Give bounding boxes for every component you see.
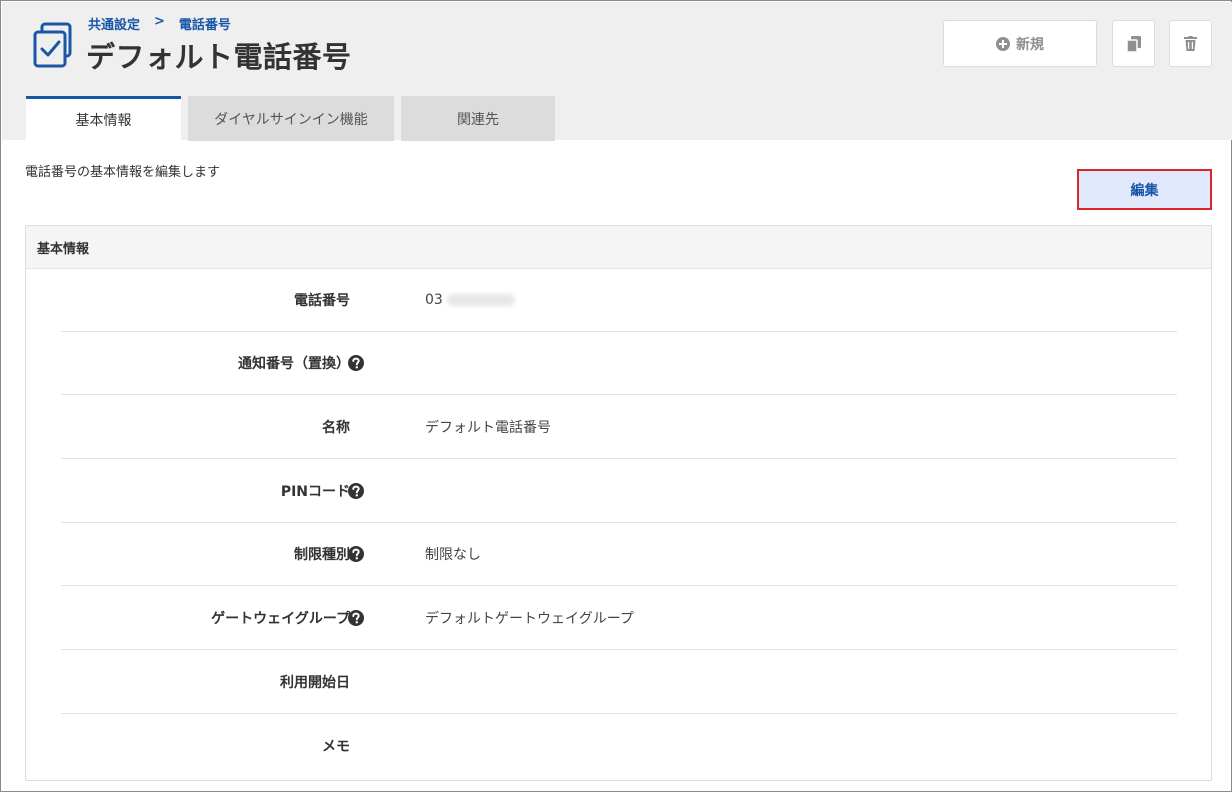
field-label: 利用開始日 (280, 675, 350, 691)
breadcrumb: 共通設定 > 電話番号 (88, 14, 231, 33)
field-value: 03 (425, 269, 515, 331)
breadcrumb-current-link[interactable]: 電話番号 (179, 14, 231, 33)
field-label: 名称 (322, 420, 350, 436)
masked-phone-digits (446, 294, 515, 306)
field-row-phone-number: 電話番号 03 (61, 269, 1177, 332)
field-row-memo: メモ (61, 714, 1177, 777)
checkbox-document-icon (33, 22, 72, 68)
tab-basic-info[interactable]: 基本情報 (26, 96, 181, 141)
field-value: デフォルト電話番号 (425, 420, 551, 436)
help-icon[interactable] (347, 609, 365, 627)
help-icon[interactable] (347, 482, 365, 500)
delete-button[interactable] (1169, 20, 1212, 67)
panel-title: 基本情報 (26, 226, 1211, 269)
field-row-pin-code: PINコード (61, 460, 1177, 523)
basic-info-panel: 基本情報 電話番号 03 通知番号（置換） 名称 デフォルト電話番号 PINコー… (25, 225, 1212, 781)
field-row-gateway-group: ゲートウェイグループ デフォルトゲートウェイグループ (61, 587, 1177, 650)
field-label: 通知番号（置換） (238, 356, 350, 372)
field-label: 電話番号 (294, 293, 350, 309)
breadcrumb-separator: > (154, 14, 165, 29)
field-label: PINコード (280, 484, 350, 500)
app-window: 共通設定 > 電話番号 デフォルト電話番号 新規 基本情報 ダイヤルサインイン機… (0, 0, 1232, 792)
copy-icon (1126, 35, 1141, 52)
new-button[interactable]: 新規 (943, 20, 1097, 67)
new-button-label: 新規 (1016, 36, 1044, 53)
field-label: メモ (322, 738, 350, 755)
page-header: 共通設定 > 電話番号 デフォルト電話番号 新規 基本情報 ダイヤルサインイン機… (2, 2, 1232, 141)
field-row-restriction-type: 制限種別 制限なし (61, 523, 1177, 586)
field-label: ゲートウェイグループ (211, 611, 350, 627)
page-description: 電話番号の基本情報を編集します (25, 165, 221, 180)
field-row-notify-number: 通知番号（置換） (61, 332, 1177, 395)
field-row-start-date: 利用開始日 (61, 651, 1177, 714)
help-icon[interactable] (347, 354, 365, 372)
page-title: デフォルト電話番号 (86, 40, 352, 74)
copy-button[interactable] (1112, 20, 1155, 67)
field-value: 制限なし (425, 547, 481, 563)
help-icon[interactable] (347, 545, 365, 563)
phone-number-prefix: 03 (425, 292, 443, 308)
field-row-name: 名称 デフォルト電話番号 (61, 396, 1177, 459)
plus-circle-icon (996, 36, 1010, 51)
breadcrumb-parent-link[interactable]: 共通設定 (88, 14, 140, 33)
tab-dial-signin[interactable]: ダイヤルサインイン機能 (188, 96, 394, 141)
tab-related[interactable]: 関連先 (401, 96, 555, 141)
trash-icon (1184, 36, 1197, 51)
field-value: デフォルトゲートウェイグループ (425, 611, 634, 627)
tab-bar: 基本情報 ダイヤルサインイン機能 関連先 (26, 96, 555, 141)
edit-button[interactable]: 編集 (1077, 169, 1212, 210)
field-label: 制限種別 (294, 547, 350, 563)
